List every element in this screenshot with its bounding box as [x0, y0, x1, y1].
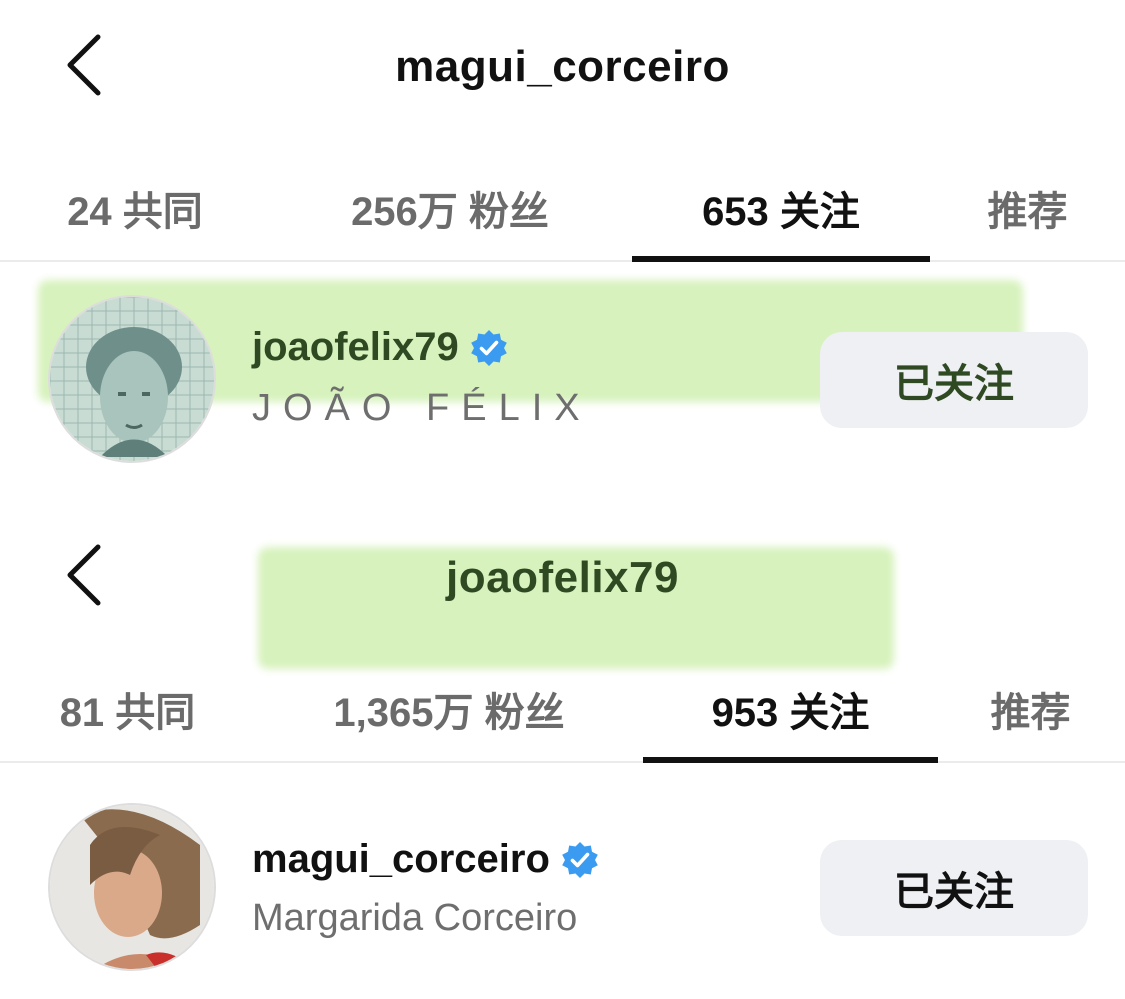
tab-followers[interactable]: 256万 粉丝: [300, 156, 600, 260]
profile-following-panel-2: joaofelix79 81 共同 1,365万 粉丝 953 关注 推荐 ma…: [0, 505, 1125, 999]
tab-suggested[interactable]: 推荐: [965, 156, 1090, 260]
page-title: joaofelix79: [446, 553, 679, 602]
avatar-image: [50, 297, 214, 461]
tab-bar: 24 共同 256万 粉丝 653 关注 推荐: [0, 156, 1125, 262]
user-row[interactable]: joaofelix79 JOÃO FÉLIX 已关注: [0, 295, 1125, 465]
avatar-image: [50, 805, 214, 969]
username[interactable]: magui_corceiro: [252, 837, 550, 882]
tab-mutual[interactable]: 81 共同: [40, 657, 215, 761]
username[interactable]: joaofelix79: [252, 325, 459, 370]
username-line: joaofelix79: [252, 325, 509, 370]
active-tab-indicator: [632, 256, 930, 262]
avatar[interactable]: [48, 295, 216, 463]
verified-badge-icon: [562, 841, 598, 878]
following-button[interactable]: 已关注: [820, 840, 1088, 936]
page-title: magui_corceiro: [395, 42, 730, 91]
tab-followers[interactable]: 1,365万 粉丝: [300, 657, 598, 761]
verified-badge-icon: [470, 329, 507, 366]
user-row[interactable]: magui_corceiro Margarida Corceiro 已关注: [0, 803, 1125, 973]
following-button[interactable]: 已关注: [820, 332, 1088, 428]
tab-mutual[interactable]: 24 共同: [40, 156, 230, 260]
tab-following[interactable]: 953 关注: [643, 657, 938, 761]
tab-bar: 81 共同 1,365万 粉丝 953 关注 推荐: [0, 657, 1125, 763]
full-name: Margarida Corceiro: [252, 897, 578, 939]
username-line: magui_corceiro: [252, 837, 600, 882]
active-tab-indicator: [643, 757, 938, 763]
avatar[interactable]: [48, 803, 216, 971]
full-name: JOÃO FÉLIX: [252, 387, 592, 429]
profile-following-panel-1: magui_corceiro 24 共同 256万 粉丝 653 关注 推荐 j…: [0, 0, 1125, 505]
tab-following[interactable]: 653 关注: [632, 156, 930, 260]
tab-suggested[interactable]: 推荐: [968, 657, 1093, 761]
